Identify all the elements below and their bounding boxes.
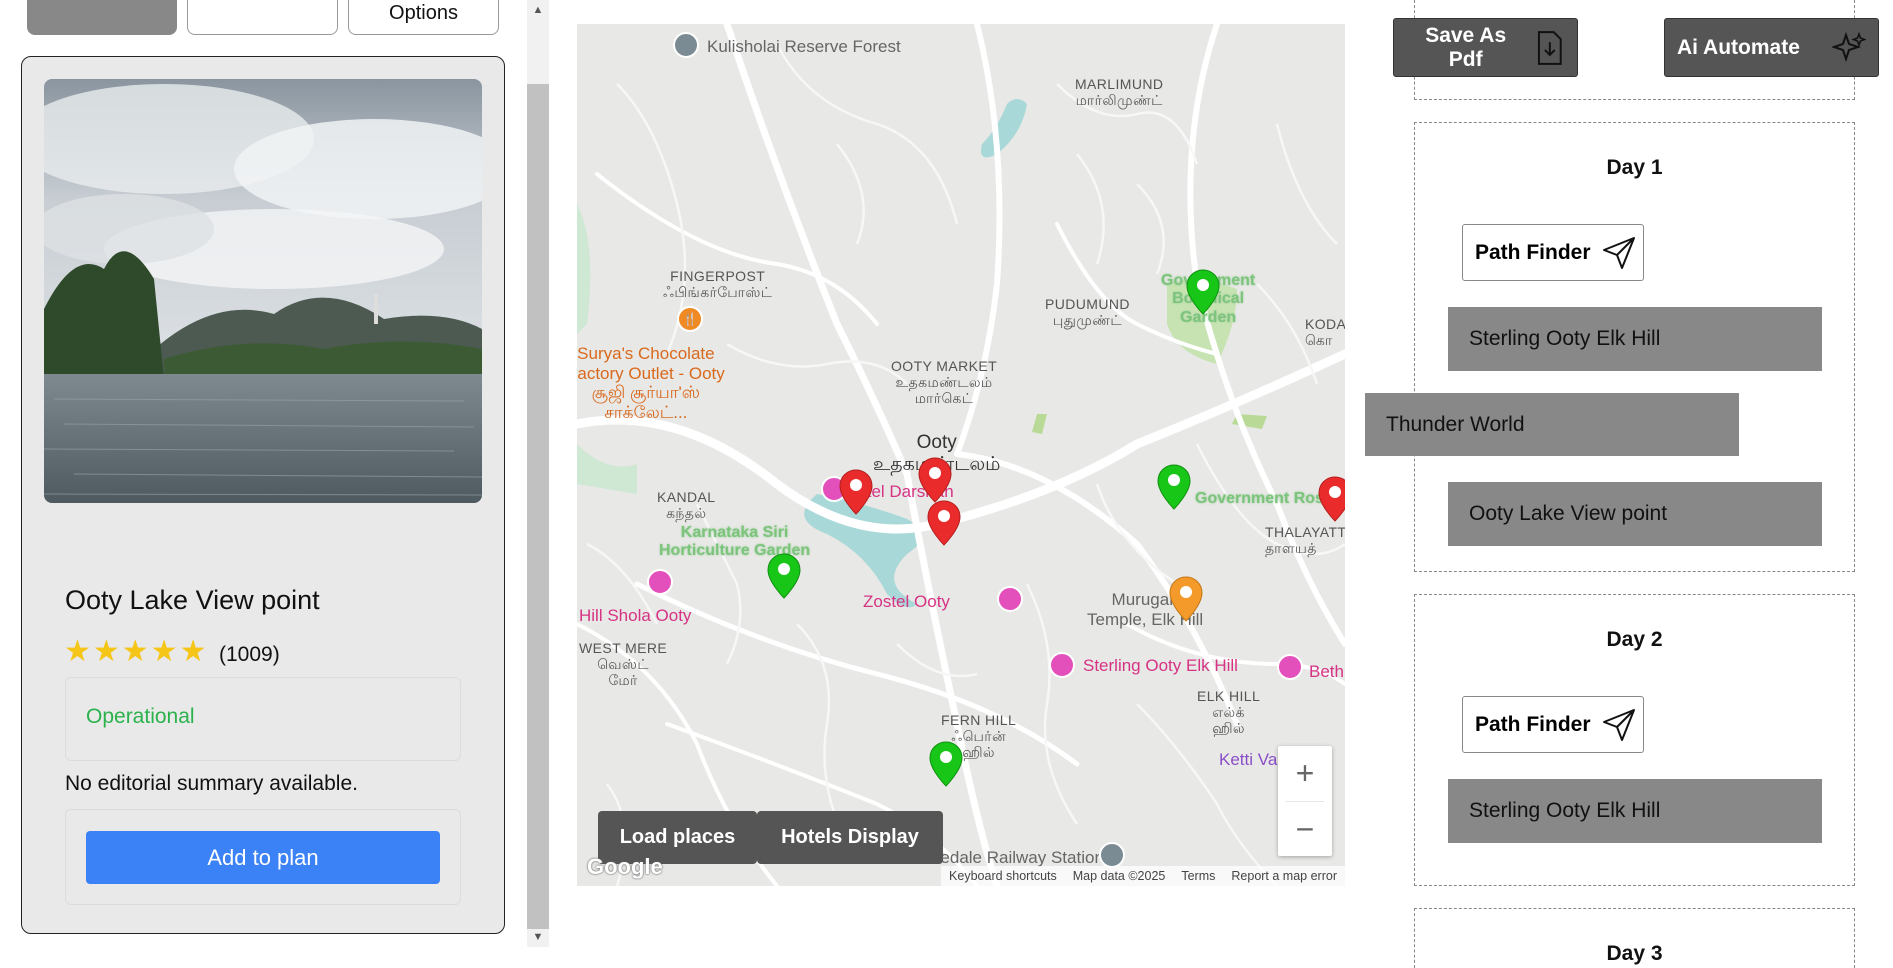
green-pin-icon[interactable] — [767, 553, 801, 599]
terms-link[interactable]: Terms — [1181, 869, 1215, 883]
place-card: Ooty Lake View point ★★★★★ (1009) Operat… — [21, 56, 505, 934]
ai-automate-label: Ai Automate — [1677, 35, 1800, 59]
path-finder-label: Path Finder — [1475, 712, 1591, 736]
save-pdf-button[interactable]: Save As Pdf — [1393, 18, 1578, 77]
save-pdf-label: Save As Pdf — [1425, 23, 1507, 71]
map-label-koda: KODA கொ — [1305, 316, 1345, 349]
keyboard-shortcuts-link[interactable]: Keyboard shortcuts — [949, 869, 1057, 883]
status-box: Operational — [65, 677, 461, 761]
review-count: (1009) — [219, 643, 280, 666]
zostel-marker-icon[interactable] — [997, 586, 1023, 612]
zoom-out-button[interactable]: − — [1278, 802, 1332, 857]
scroll-down-arrow-icon[interactable]: ▼ — [527, 927, 549, 947]
map-label-beth: Beth — [1309, 662, 1344, 681]
day-3-title: Day 3 — [1606, 942, 1663, 965]
map-label-surya: Surya's Chocolate Factory Outlet - Ooty … — [577, 344, 725, 422]
send-icon — [1602, 708, 1635, 741]
day-2-place-item[interactable]: Sterling Ooty Elk Hill — [1448, 779, 1822, 843]
download-icon — [1538, 30, 1563, 65]
map-label-fingerpost: FINGERPOST ஃபிங்கர்போஸ்ட் — [663, 268, 773, 301]
beth-marker-icon[interactable] — [1277, 654, 1303, 680]
add-to-plan-button[interactable]: Add to plan — [86, 831, 440, 884]
day-2-box: Day 2 Path Finder Sterling Ooty Elk Hill — [1414, 594, 1855, 886]
map-label-ketti: Ketti Va — [1219, 750, 1278, 769]
red-pin-icon[interactable] — [1318, 476, 1345, 522]
path-finder-label: Path Finder — [1475, 240, 1591, 264]
green-pin-icon[interactable] — [1186, 269, 1220, 315]
map-label-hill-shola: Hill Shola Ooty — [579, 606, 692, 625]
map-attribution: Keyboard shortcuts Map data ©2025 Terms … — [941, 866, 1345, 886]
red-pin-icon[interactable] — [839, 469, 873, 515]
green-pin-icon[interactable] — [929, 741, 963, 787]
map-label-west-mere: WEST MERE வெஸ்ட் மேர் — [579, 640, 668, 689]
send-icon — [1602, 236, 1635, 269]
railway-marker-icon[interactable] — [1099, 842, 1125, 868]
sterling-marker-icon[interactable] — [1049, 652, 1075, 678]
reserve-forest-marker-icon[interactable] — [673, 32, 699, 58]
rating-stars: ★★★★★ — [64, 635, 209, 668]
red-pin-icon[interactable] — [927, 500, 961, 546]
orange-pin-icon[interactable] — [1169, 576, 1203, 622]
restaurant-marker-icon[interactable]: 🍴 — [677, 306, 703, 332]
scroll-up-arrow-icon[interactable]: ▲ — [527, 0, 549, 20]
tab-options-label: Options — [389, 2, 458, 24]
map-data-text: Map data ©2025 — [1072, 869, 1166, 883]
day-1-box: Day 1 Path Finder Sterling Ooty Elk Hill… — [1414, 122, 1855, 572]
status-text: Operational — [86, 705, 195, 728]
zoom-control: + − — [1278, 746, 1332, 856]
google-logo: Google — [587, 854, 663, 879]
editorial-summary: No editorial summary available. — [65, 772, 358, 795]
red-pin-icon[interactable] — [918, 457, 952, 503]
map-label-zostel: Zostel Ooty — [863, 592, 950, 611]
scrollbar-thumb[interactable] — [527, 84, 549, 929]
ai-automate-button[interactable]: Ai Automate — [1664, 18, 1879, 77]
sparkles-icon — [1832, 31, 1866, 62]
map-label-kandal: KANDAL கந்தல் — [657, 489, 716, 522]
day-2-path-finder-button[interactable]: Path Finder — [1462, 696, 1644, 753]
day-1-path-finder-button[interactable]: Path Finder — [1462, 224, 1644, 281]
place-title: Ooty Lake View point — [65, 585, 320, 615]
add-plan-box: Add to plan — [65, 809, 461, 905]
tab-options[interactable]: Options — [348, 0, 499, 35]
attraction-marker-icon[interactable] — [647, 569, 673, 595]
green-pin-icon[interactable] — [1157, 464, 1191, 510]
map-label-pudumund: PUDUMUND புதுமுண்ட் — [1045, 296, 1130, 329]
map-label-elk-hill: ELK HILL எல்க் ஹில் — [1197, 688, 1261, 737]
tab-itinerary[interactable]: y — [187, 0, 338, 35]
map-label-sterling: Sterling Ooty Elk Hill — [1083, 656, 1238, 675]
hotels-display-button[interactable]: Hotels Display — [757, 811, 943, 864]
map-label-marlimund: MARLIMUND மார்லிமுண்ட் — [1075, 76, 1164, 109]
day-1-place-item[interactable]: Sterling Ooty Elk Hill — [1448, 307, 1822, 371]
day-2-title: Day 2 — [1606, 628, 1663, 651]
dragging-place-item[interactable]: Thunder World — [1365, 393, 1739, 456]
map-view[interactable]: Kulisholai Reserve Forest MARLIMUND மார்… — [577, 24, 1345, 886]
day-1-title: Day 1 — [1606, 156, 1663, 179]
map-label-kulisholai: Kulisholai Reserve Forest — [707, 37, 901, 56]
tab-active[interactable] — [27, 0, 177, 35]
report-error-link[interactable]: Report a map error — [1231, 869, 1337, 883]
day-1-place-item[interactable]: Ooty Lake View point — [1448, 482, 1822, 546]
day-3-box: Day 3 — [1414, 908, 1855, 968]
map-label-ooty-market: OOTY MARKET உதகமண்டலம் மார்கெட் — [891, 358, 998, 407]
zoom-in-button[interactable]: + — [1278, 746, 1332, 801]
map-label-govt-rose-garden: Government Rose — [1195, 490, 1333, 507]
place-photo — [44, 79, 482, 503]
map-label-thalayat: THALAYATT தாளயத் — [1265, 524, 1345, 557]
